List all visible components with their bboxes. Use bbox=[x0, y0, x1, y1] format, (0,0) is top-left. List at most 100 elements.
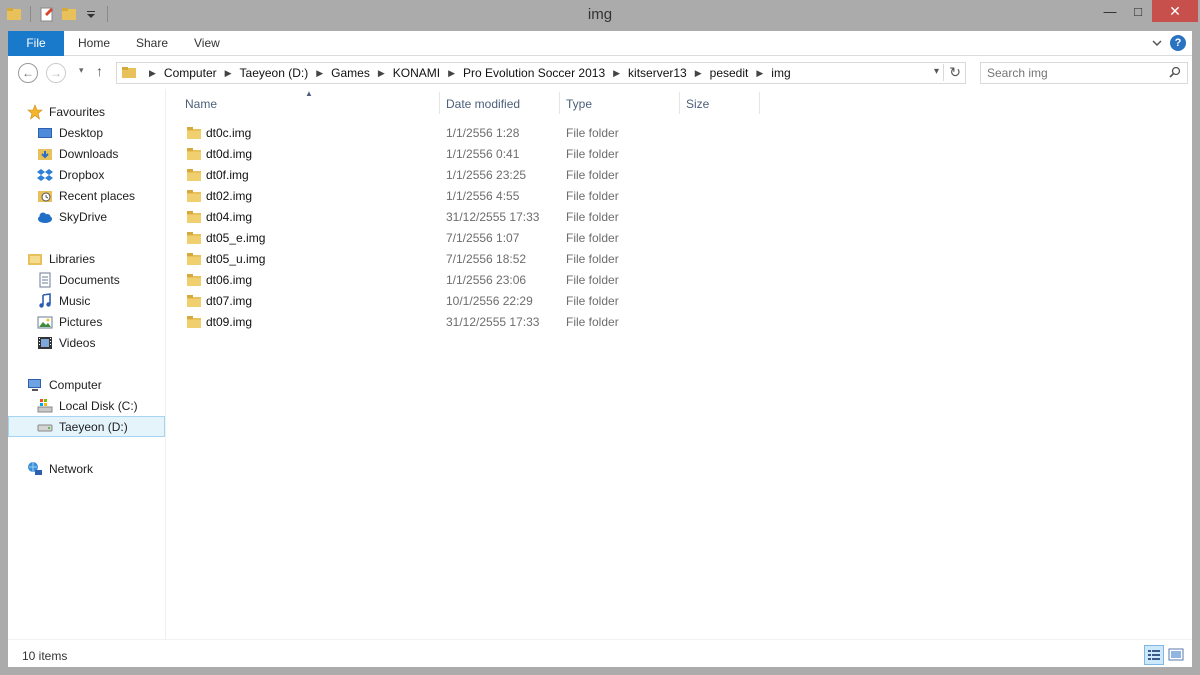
file-type: File folder bbox=[566, 189, 619, 203]
nav-item-documents[interactable]: Documents bbox=[37, 269, 120, 290]
file-name: dt05_u.img bbox=[206, 252, 266, 266]
nav-label: Computer bbox=[49, 377, 102, 392]
chevron-right-icon[interactable]: ▶ bbox=[695, 68, 702, 79]
nav-item-taeyeon-d[interactable]: Taeyeon (D:) bbox=[8, 416, 165, 437]
chevron-right-icon[interactable]: ▶ bbox=[378, 68, 385, 79]
nav-libraries[interactable]: Libraries bbox=[27, 248, 95, 269]
column-size[interactable]: Size bbox=[686, 97, 709, 111]
chevron-down-icon[interactable]: ▾ bbox=[934, 66, 939, 77]
file-type: File folder bbox=[566, 315, 619, 329]
tab-home[interactable]: Home bbox=[78, 31, 110, 56]
file-row[interactable]: dt0d.img 1/1/2556 0:41 File folder bbox=[182, 144, 682, 165]
up-button[interactable]: ↑ bbox=[96, 63, 103, 79]
file-row[interactable]: dt05_e.img 7/1/2556 1:07 File folder bbox=[182, 228, 682, 249]
nav-item-downloads[interactable]: Downloads bbox=[37, 143, 118, 164]
file-name: dt0c.img bbox=[206, 126, 252, 140]
computer-icon bbox=[27, 377, 43, 393]
sort-ascending-icon: ▲ bbox=[305, 89, 313, 98]
crumb-img[interactable]: img bbox=[771, 66, 790, 80]
nav-item-pictures[interactable]: Pictures bbox=[37, 311, 102, 332]
nav-favourites[interactable]: Favourites bbox=[27, 101, 105, 122]
nav-item-dropbox[interactable]: Dropbox bbox=[37, 164, 104, 185]
maximize-button[interactable]: □ bbox=[1124, 0, 1152, 22]
folder-icon bbox=[186, 147, 202, 161]
column-type[interactable]: Type bbox=[566, 97, 592, 111]
close-button[interactable]: ✕ bbox=[1152, 0, 1198, 22]
file-date: 1/1/2556 23:06 bbox=[446, 273, 527, 287]
file-row[interactable]: dt07.img 10/1/2556 22:29 File folder bbox=[182, 291, 682, 312]
column-headers: ▲ Name Date modified Type Size bbox=[174, 89, 774, 119]
crumb-drive[interactable]: Taeyeon (D:) bbox=[240, 66, 309, 80]
file-name: dt02.img bbox=[206, 189, 253, 203]
file-list: ▲ Name Date modified Type Size dt0c.img … bbox=[174, 89, 1192, 639]
network-icon bbox=[27, 461, 43, 477]
file-row[interactable]: dt09.img 31/12/2555 17:33 File folder bbox=[182, 312, 682, 333]
breadcrumb: ▶ Computer ▶ Taeyeon (D:) ▶ Games ▶ KONA… bbox=[121, 63, 791, 83]
chevron-right-icon[interactable]: ▶ bbox=[225, 68, 232, 79]
help-icon[interactable]: ? bbox=[1170, 35, 1186, 51]
nav-label: Pictures bbox=[59, 314, 103, 329]
address-bar[interactable]: ▶ Computer ▶ Taeyeon (D:) ▶ Games ▶ KONA… bbox=[116, 62, 966, 84]
tab-file[interactable]: File bbox=[8, 31, 64, 56]
nav-item-music[interactable]: Music bbox=[37, 290, 90, 311]
nav-network[interactable]: Network bbox=[27, 458, 93, 479]
search-input[interactable] bbox=[981, 63, 1161, 83]
chevron-right-icon[interactable]: ▶ bbox=[756, 68, 763, 79]
nav-item-skydrive[interactable]: SkyDrive bbox=[37, 206, 107, 227]
title-bar: img — □ ✕ bbox=[0, 0, 1200, 30]
chevron-right-icon[interactable]: ▶ bbox=[149, 68, 156, 79]
column-divider[interactable] bbox=[559, 92, 560, 114]
refresh-icon[interactable]: ↻ bbox=[943, 64, 961, 81]
file-type: File folder bbox=[566, 252, 619, 266]
nav-item-videos[interactable]: Videos bbox=[37, 332, 95, 353]
navigation-bar: ← → ▾ ↑ ▶ Computer ▶ Taeyeon (D:) ▶ Game… bbox=[8, 56, 1192, 89]
desktop-icon bbox=[37, 125, 53, 141]
file-name: dt0d.img bbox=[206, 147, 253, 161]
nav-item-local-disk-c[interactable]: Local Disk (C:) bbox=[37, 395, 138, 416]
search-icon[interactable] bbox=[1169, 66, 1181, 78]
pictures-icon bbox=[37, 314, 53, 330]
file-row[interactable]: dt06.img 1/1/2556 23:06 File folder bbox=[182, 270, 682, 291]
recent-locations-icon[interactable]: ▾ bbox=[79, 65, 84, 76]
file-name: dt05_e.img bbox=[206, 231, 266, 245]
crumb-kitserver13[interactable]: kitserver13 bbox=[628, 66, 687, 80]
forward-button[interactable]: → bbox=[46, 63, 66, 83]
chevron-right-icon[interactable]: ▶ bbox=[613, 68, 620, 79]
crumb-pes2013[interactable]: Pro Evolution Soccer 2013 bbox=[463, 66, 605, 80]
crumb-pesedit[interactable]: pesedit bbox=[710, 66, 749, 80]
column-divider[interactable] bbox=[439, 92, 440, 114]
crumb-konami[interactable]: KONAMI bbox=[393, 66, 440, 80]
file-row[interactable]: dt0c.img 1/1/2556 1:28 File folder bbox=[182, 123, 682, 144]
file-type: File folder bbox=[566, 126, 619, 140]
file-row[interactable]: dt05_u.img 7/1/2556 18:52 File folder bbox=[182, 249, 682, 270]
crumb-computer[interactable]: Computer bbox=[164, 66, 217, 80]
nav-computer[interactable]: Computer bbox=[27, 374, 102, 395]
details-view-button[interactable] bbox=[1144, 645, 1164, 665]
minimize-button[interactable]: — bbox=[1096, 0, 1124, 22]
dropbox-icon bbox=[37, 167, 53, 183]
large-icons-view-icon bbox=[1168, 648, 1184, 661]
file-row[interactable]: dt0f.img 1/1/2556 23:25 File folder bbox=[182, 165, 682, 186]
file-type: File folder bbox=[566, 294, 619, 308]
file-date: 10/1/2556 22:29 bbox=[446, 294, 533, 308]
expand-ribbon-icon[interactable] bbox=[1152, 36, 1162, 50]
column-divider[interactable] bbox=[679, 92, 680, 114]
tab-view[interactable]: View bbox=[194, 31, 220, 56]
nav-item-recent-places[interactable]: Recent places bbox=[37, 185, 135, 206]
window-title: img bbox=[587, 6, 613, 23]
nav-item-desktop[interactable]: Desktop bbox=[37, 122, 103, 143]
nav-label: Desktop bbox=[59, 125, 104, 140]
crumb-games[interactable]: Games bbox=[331, 66, 370, 80]
tab-share[interactable]: Share bbox=[136, 31, 168, 56]
column-divider[interactable] bbox=[759, 92, 760, 114]
chevron-right-icon[interactable]: ▶ bbox=[316, 68, 323, 79]
folder-icon bbox=[186, 189, 202, 203]
column-name[interactable]: Name bbox=[185, 97, 217, 111]
large-icons-view-button[interactable] bbox=[1166, 645, 1186, 665]
file-row[interactable]: dt02.img 1/1/2556 4:55 File folder bbox=[182, 186, 682, 207]
recent-places-icon bbox=[37, 188, 53, 204]
back-button[interactable]: ← bbox=[18, 63, 38, 83]
column-date-modified[interactable]: Date modified bbox=[446, 97, 520, 111]
file-row[interactable]: dt04.img 31/12/2555 17:33 File folder bbox=[182, 207, 682, 228]
chevron-right-icon[interactable]: ▶ bbox=[448, 68, 455, 79]
